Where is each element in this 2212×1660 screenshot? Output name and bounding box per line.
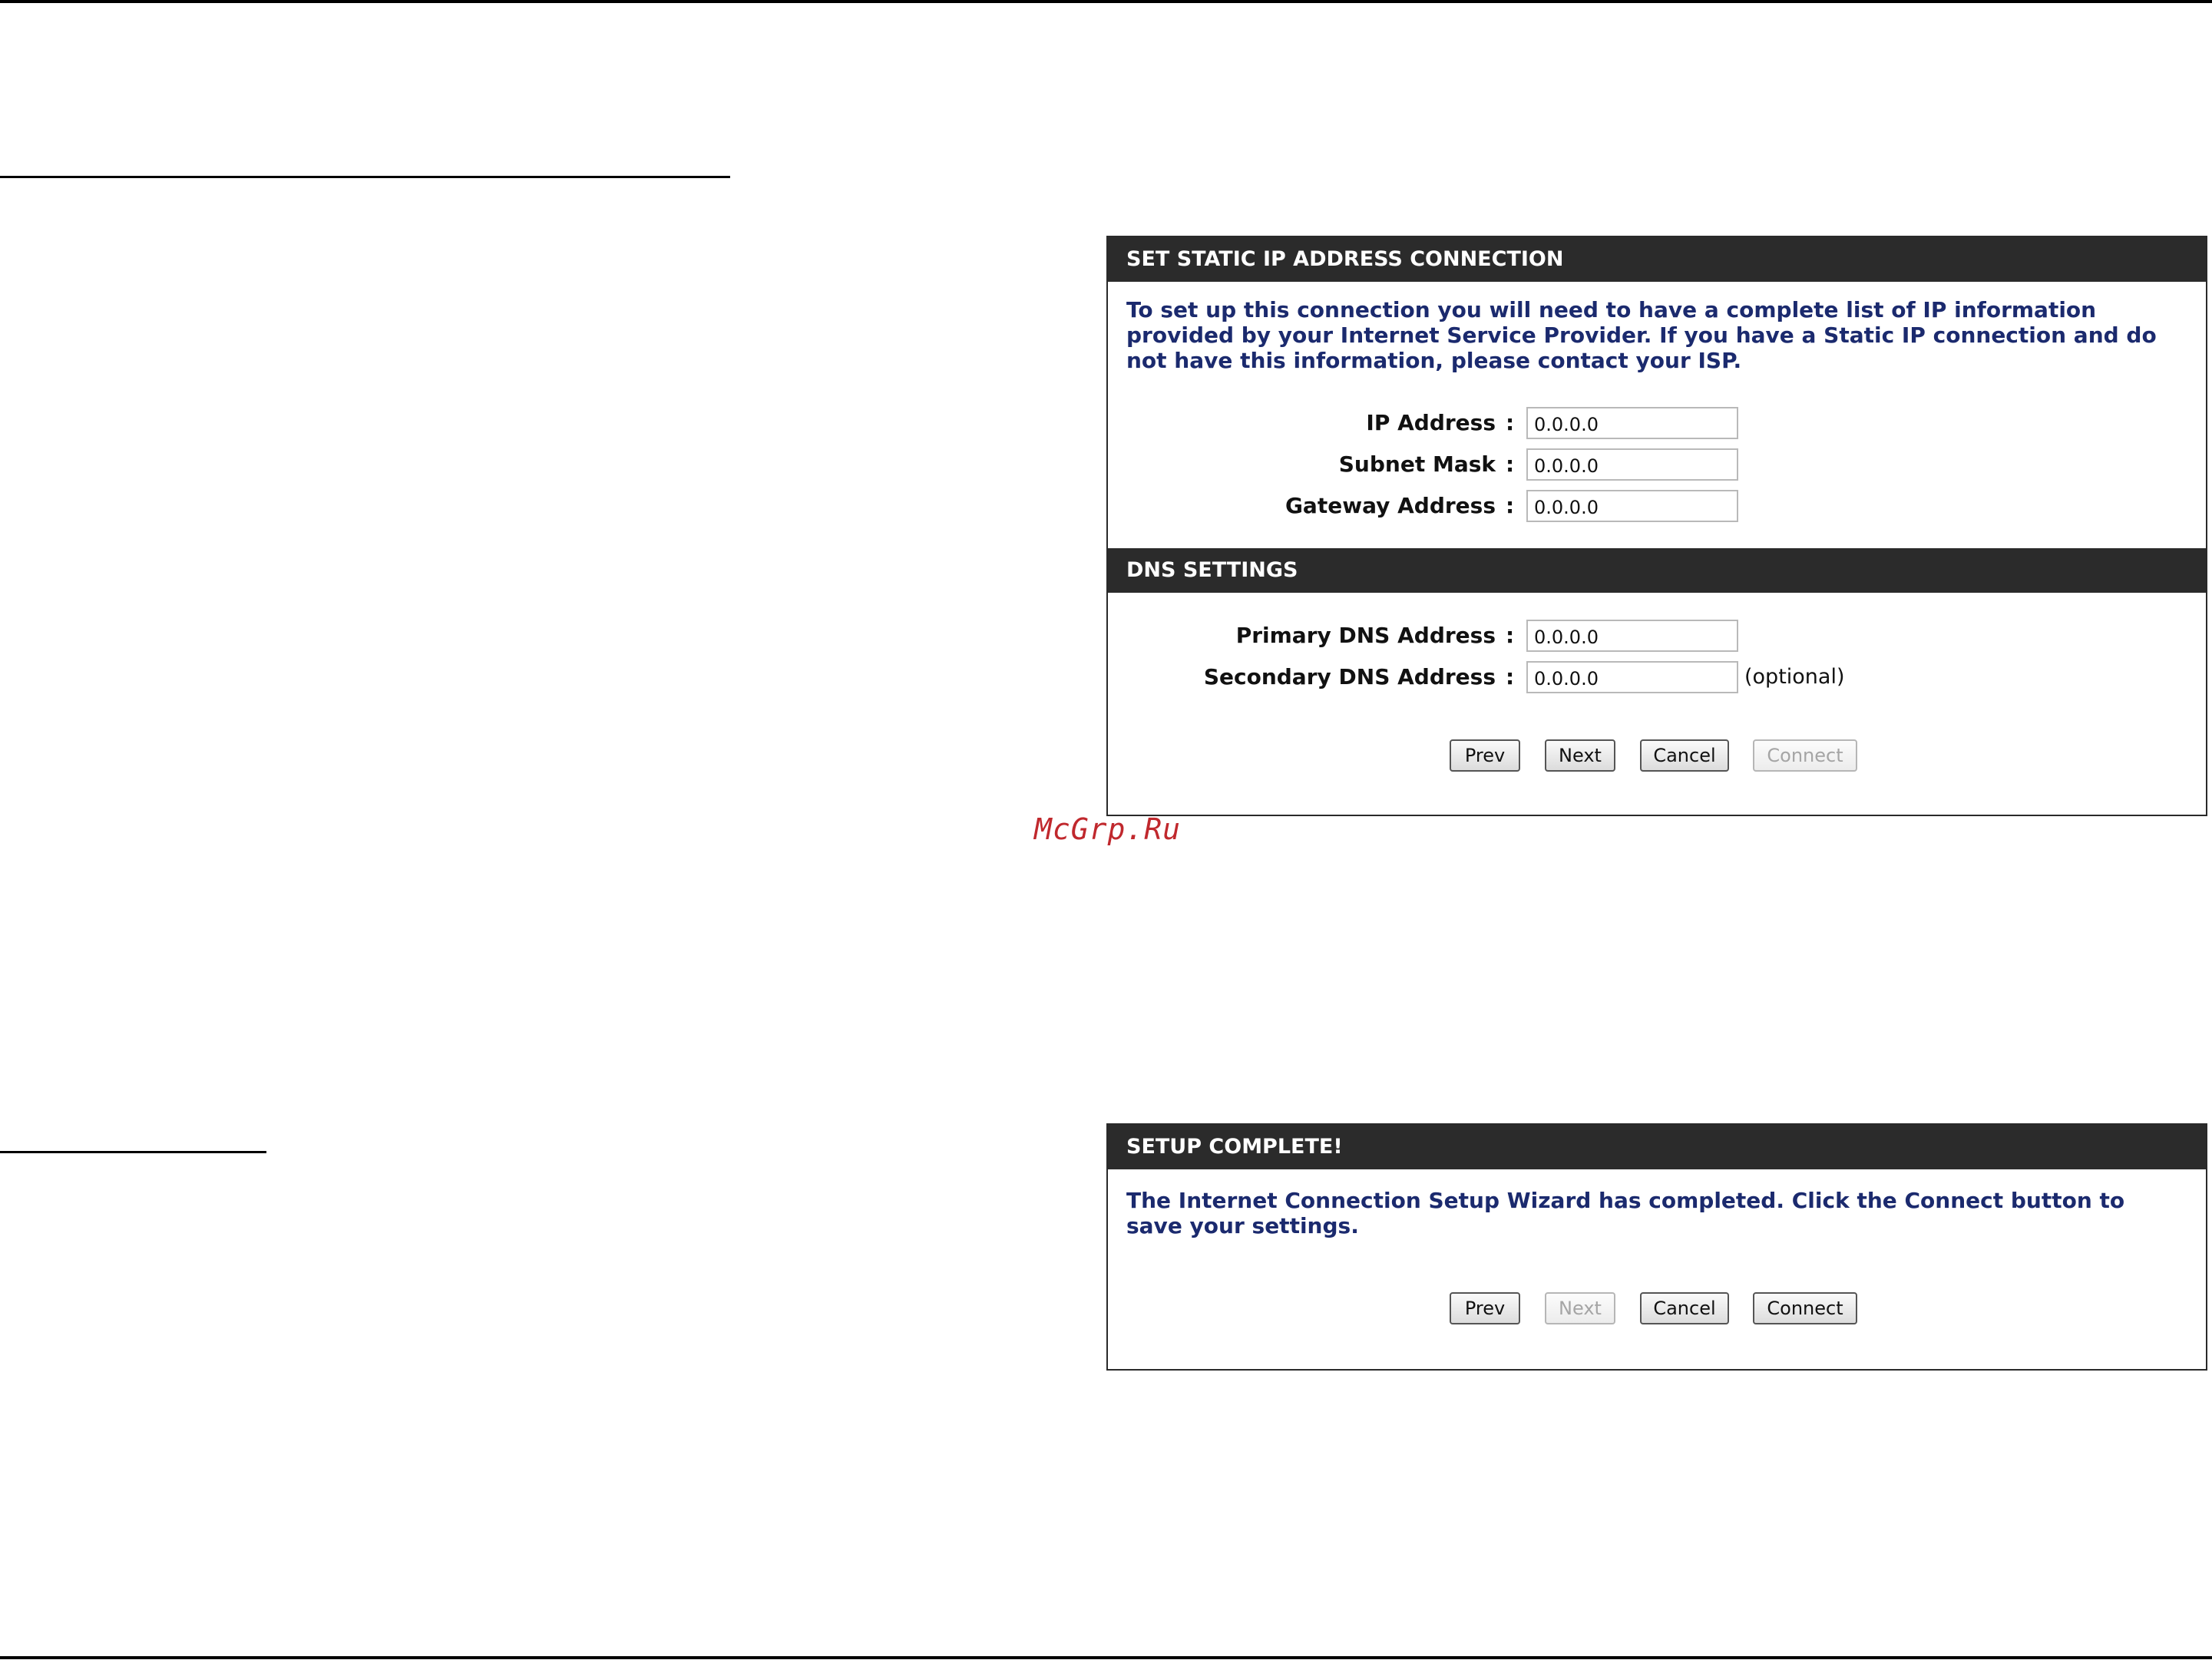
secondary-dns-row: Secondary DNS Address : (optional) [1108,661,2206,693]
subnet-mask-input[interactable] [1526,448,1738,481]
colon: : [1506,493,1515,518]
next-button[interactable]: Next [1545,1292,1615,1324]
gateway-address-row: Gateway Address : [1108,490,2206,522]
primary-dns-row: Primary DNS Address : [1108,620,2206,652]
prev-button[interactable]: Prev [1450,739,1520,772]
ip-address-row: IP Address : [1108,407,2206,439]
setup-complete-header: SETUP COMPLETE! [1108,1125,2206,1169]
next-button[interactable]: Next [1545,739,1615,772]
colon: : [1506,623,1515,648]
secondary-dns-label: Secondary DNS Address [1203,664,1496,689]
colon: : [1506,451,1515,477]
ip-address-label: IP Address [1366,410,1496,435]
colon: : [1506,410,1515,435]
cancel-button[interactable]: Cancel [1640,1292,1729,1324]
static-ip-panel: SET STATIC IP ADDRESS CONNECTION To set … [1106,236,2207,816]
dns-settings-header: DNS SETTINGS [1108,548,2206,593]
colon: : [1506,664,1515,689]
primary-dns-input[interactable] [1526,620,1738,652]
static-ip-intro: To set up this connection you will need … [1126,297,2157,373]
setup-complete-button-row: Prev Next Cancel Connect [1108,1292,2206,1324]
secondary-dns-input[interactable] [1526,661,1738,693]
static-ip-header: SET STATIC IP ADDRESS CONNECTION [1108,237,2206,282]
gateway-address-input[interactable] [1526,490,1738,522]
primary-dns-label: Primary DNS Address [1235,623,1496,648]
prev-button[interactable]: Prev [1450,1292,1520,1324]
subnet-mask-row: Subnet Mask : [1108,448,2206,481]
optional-note: (optional) [1744,665,1845,689]
ip-address-input[interactable] [1526,407,1738,439]
watermark: McGrp.Ru [1034,812,1182,846]
gateway-address-label: Gateway Address [1285,493,1496,518]
setup-complete-panel: SETUP COMPLETE! The Internet Connection … [1106,1123,2207,1371]
section-underline-2 [0,1151,266,1153]
bottom-rule [0,1656,2212,1659]
subnet-mask-label: Subnet Mask [1338,451,1496,477]
static-ip-button-row: Prev Next Cancel Connect [1108,739,2206,772]
section-underline-1 [0,176,730,178]
cancel-button[interactable]: Cancel [1640,739,1729,772]
setup-complete-message: The Internet Connection Setup Wizard has… [1126,1188,2125,1238]
connect-button[interactable]: Connect [1753,739,1857,772]
connect-button[interactable]: Connect [1753,1292,1857,1324]
top-rule [0,0,2212,3]
